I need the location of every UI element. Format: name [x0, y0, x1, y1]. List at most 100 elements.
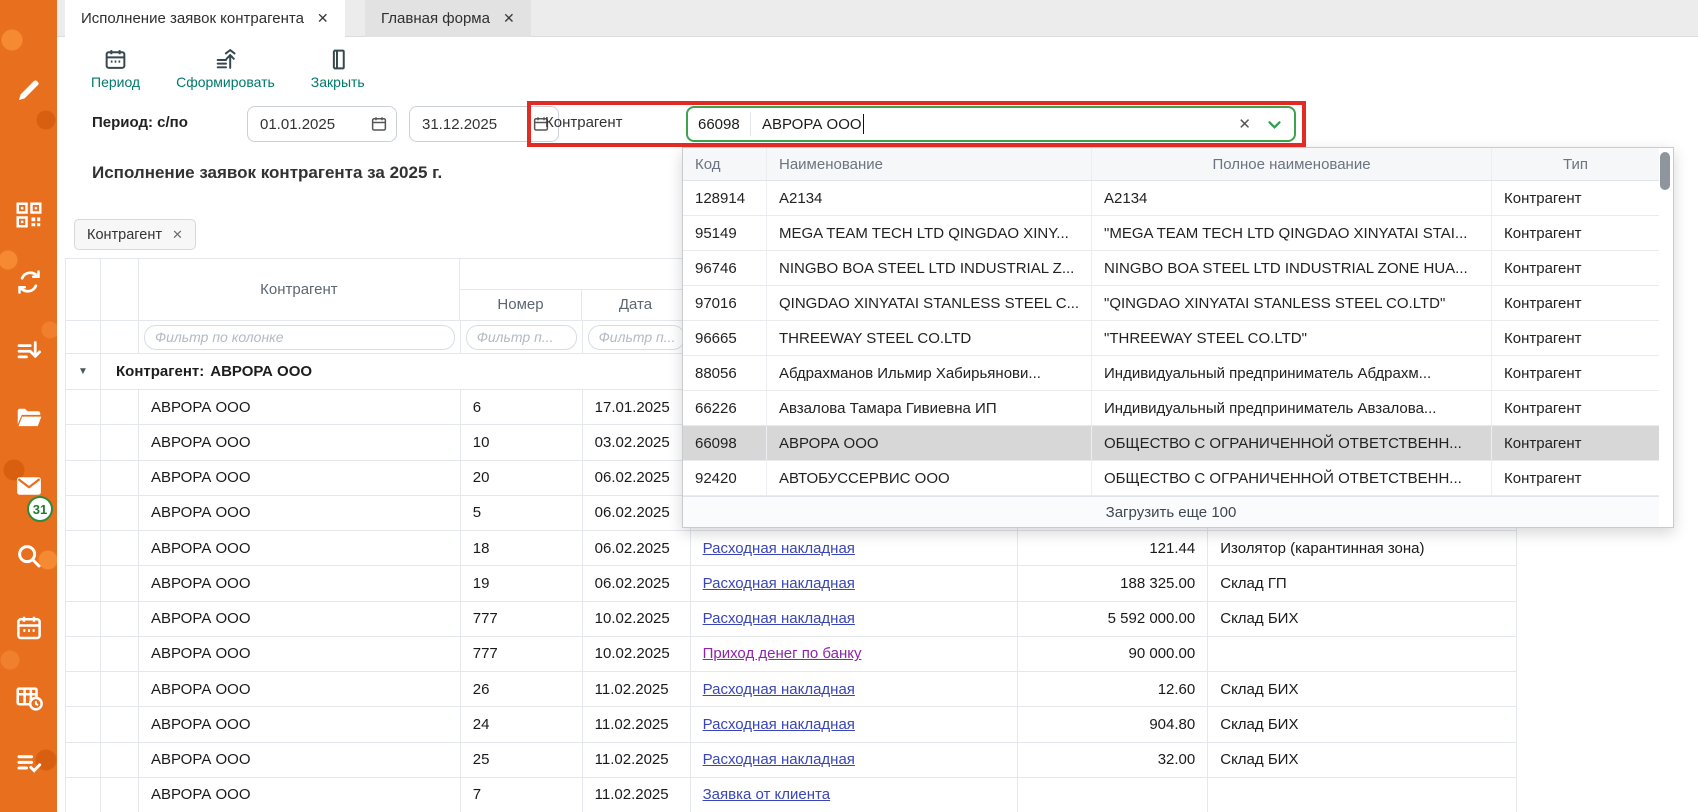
generate-button[interactable]: Сформировать	[176, 47, 275, 90]
cell-date: 11.02.2025	[583, 778, 691, 812]
document-link[interactable]: Расходная накладная	[703, 681, 855, 698]
dropdown-row[interactable]: 96665THREEWAY STEEL CO.LTD"THREEWAY STEE…	[683, 321, 1659, 356]
dropdown-row[interactable]: 96746NINGBO BOA STEEL LTD INDUSTRIAL Z..…	[683, 251, 1659, 286]
table-clock-icon[interactable]	[14, 683, 44, 713]
header-marker-col	[101, 259, 139, 320]
cell-date: 11.02.2025	[583, 672, 691, 706]
cell-code: 96665	[683, 321, 766, 355]
tab-glavnaya-forma[interactable]: Главная форма ✕	[365, 0, 531, 37]
chip-label: Контрагент	[87, 227, 162, 243]
cell-document: Расходная накладная	[691, 602, 1019, 636]
qr-code-icon[interactable]	[14, 200, 44, 230]
dropdown-col-type[interactable]: Тип	[1491, 148, 1659, 180]
table-row[interactable]: АВРОРА ООО1906.02.2025Расходная накладна…	[66, 566, 1517, 601]
chip-close-icon[interactable]: ✕	[172, 227, 183, 243]
generate-icon	[213, 47, 238, 72]
dropdown-row[interactable]: 66098АВРОРА ООООБЩЕСТВО С ОГРАНИЧЕННОЙ О…	[683, 426, 1659, 461]
dropdown-row[interactable]: 88056Абдрахманов Ильмир Хабирьянови...Ин…	[683, 356, 1659, 391]
header-number[interactable]: Номер	[460, 290, 582, 320]
counterparty-name-value: АВРОРА ООО	[762, 116, 862, 133]
cell-expander	[66, 707, 101, 741]
dropdown-row[interactable]: 66226Авзалова Тамара Гивиевна ИПИндивиду…	[683, 391, 1659, 426]
load-more-button[interactable]: Загрузить еще 100	[683, 496, 1659, 527]
dropdown-col-name[interactable]: Наименование	[766, 148, 1091, 180]
clear-icon[interactable]: ✕	[1238, 115, 1251, 133]
cell-marker	[101, 496, 139, 530]
calendar-icon[interactable]	[14, 613, 44, 643]
grouping-chip-counterparty[interactable]: Контрагент ✕	[74, 219, 196, 250]
filter-date-input[interactable]	[588, 325, 685, 350]
cell-warehouse: Склад БИХ	[1208, 743, 1517, 777]
counterparty-code-value: 66098	[688, 116, 750, 133]
date-from-field[interactable]	[247, 106, 397, 142]
document-link[interactable]: Приход денег по банку	[703, 645, 862, 662]
cell-expander	[66, 743, 101, 777]
period-button-label: Период	[91, 74, 140, 90]
edit-pencil-icon[interactable]	[14, 75, 44, 105]
filter-counterparty-input[interactable]	[144, 325, 455, 350]
tab-close-icon[interactable]: ✕	[317, 10, 329, 27]
cell-fullname: "THREEWAY STEEL CO.LTD"	[1091, 321, 1491, 355]
document-link[interactable]: Расходная накладная	[703, 716, 855, 733]
document-link[interactable]: Расходная накладная	[703, 751, 855, 768]
folder-icon[interactable]	[14, 403, 44, 433]
document-link[interactable]: Расходная накладная	[703, 540, 855, 557]
tab-close-icon[interactable]: ✕	[503, 10, 515, 27]
cell-amount: 32.00	[1018, 743, 1208, 777]
cell-warehouse: Склад БИХ	[1208, 707, 1517, 741]
table-row[interactable]: АВРОРА ООО77710.02.2025Приход денег по б…	[66, 637, 1517, 672]
table-row[interactable]: АВРОРА ООО2411.02.2025Расходная накладна…	[66, 707, 1517, 742]
export-list-icon[interactable]	[14, 335, 44, 365]
header-counterparty[interactable]: Контрагент	[139, 259, 460, 320]
table-row[interactable]: АВРОРА ООО77710.02.2025Расходная накладн…	[66, 602, 1517, 637]
mail-badge: 31	[27, 496, 53, 522]
filter-row: Период: с/по Контрагент 66098 АВРОРА ООО…	[57, 100, 1698, 148]
close-button[interactable]: Закрыть	[311, 47, 365, 90]
scrollbar-thumb[interactable]	[1660, 152, 1670, 190]
cell-warehouse	[1208, 778, 1517, 812]
close-button-label: Закрыть	[311, 74, 365, 90]
cell-counterparty: АВРОРА ООО	[139, 496, 461, 530]
table-row[interactable]: АВРОРА ООО1806.02.2025Расходная накладна…	[66, 531, 1517, 566]
counterparty-combobox[interactable]: 66098 АВРОРА ООО ✕	[686, 106, 1296, 142]
dropdown-row[interactable]: 92420АВТОБУССЕРВИС ООООБЩЕСТВО С ОГРАНИЧ…	[683, 461, 1659, 496]
cell-expander	[66, 778, 101, 812]
document-link[interactable]: Расходная накладная	[703, 575, 855, 592]
tab-ispolnenie-zayavok[interactable]: Исполнение заявок контрагента ✕	[65, 0, 345, 37]
date-to-input[interactable]	[409, 106, 559, 142]
table-row[interactable]: АВРОРА ООО2511.02.2025Расходная накладна…	[66, 743, 1517, 778]
filter-number-input[interactable]	[466, 325, 577, 350]
cell-counterparty: АВРОРА ООО	[139, 461, 461, 495]
cell-code: 97016	[683, 286, 766, 320]
dropdown-col-fullname[interactable]: Полное наименование	[1091, 148, 1491, 180]
collapse-triangle-icon[interactable]: ▼	[66, 354, 101, 389]
search-icon[interactable]	[14, 541, 44, 571]
cell-number: 25	[461, 743, 583, 777]
dropdown-row[interactable]: 97016QINGDAO XINYATAI STANLESS STEEL C..…	[683, 286, 1659, 321]
counterparty-dropdown: Код Наименование Полное наименование Тип…	[682, 147, 1674, 528]
header-date[interactable]: Дата	[582, 290, 690, 320]
list-check-icon[interactable]	[14, 748, 44, 778]
cell-document: Заявка от клиента	[691, 778, 1019, 812]
dropdown-scrollbar[interactable]	[1659, 148, 1673, 527]
cell-fullname: ОБЩЕСТВО С ОГРАНИЧЕННОЙ ОТВЕТСТВЕНН...	[1091, 426, 1491, 460]
table-row[interactable]: АВРОРА ООО2611.02.2025Расходная накладна…	[66, 672, 1517, 707]
document-link[interactable]: Расходная накладная	[703, 610, 855, 627]
dropdown-row[interactable]: 128914A2134A2134Контрагент	[683, 181, 1659, 216]
dropdown-col-code[interactable]: Код	[683, 148, 766, 180]
date-from-input[interactable]	[247, 106, 397, 142]
table-row[interactable]: АВРОРА ООО711.02.2025Заявка от клиента	[66, 778, 1517, 812]
cell-fullname: ОБЩЕСТВО С ОГРАНИЧЕННОЙ ОТВЕТСТВЕНН...	[1091, 461, 1491, 495]
cell-number: 5	[461, 496, 583, 530]
dropdown-row[interactable]: 95149MEGA TEAM TECH LTD QINGDAO XINY..."…	[683, 216, 1659, 251]
sync-refresh-icon[interactable]	[14, 267, 44, 297]
date-to-field[interactable]	[409, 106, 559, 142]
chevron-down-icon[interactable]	[1266, 116, 1283, 133]
cell-type: Контрагент	[1491, 356, 1659, 390]
divider	[750, 112, 751, 136]
cell-counterparty: АВРОРА ООО	[139, 425, 461, 459]
cell-expander	[66, 566, 101, 600]
cell-type: Контрагент	[1491, 461, 1659, 495]
document-link[interactable]: Заявка от клиента	[703, 786, 830, 803]
period-button[interactable]: Период	[91, 47, 140, 90]
